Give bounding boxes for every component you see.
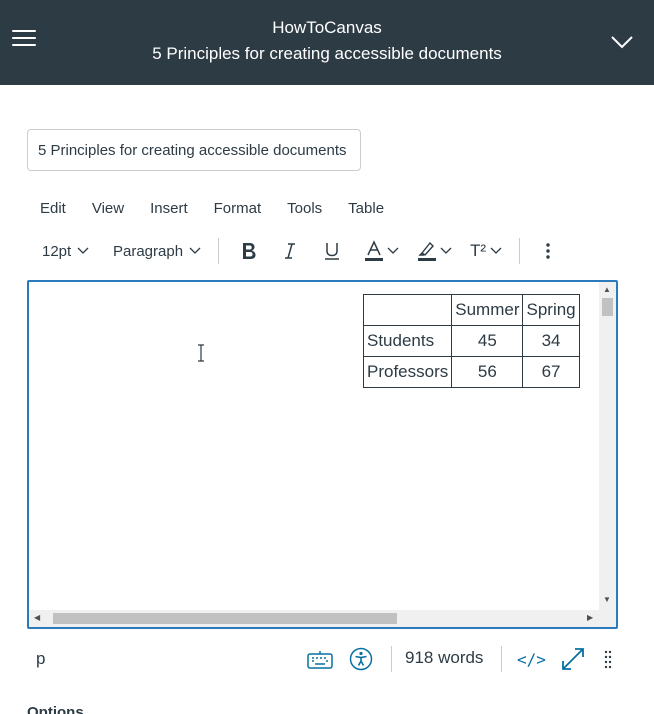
menu-format[interactable]: Format bbox=[201, 198, 275, 220]
chevron-down-icon[interactable] bbox=[610, 30, 634, 54]
scroll-left-arrow[interactable]: ◀ bbox=[34, 613, 40, 623]
toolbar-divider bbox=[218, 238, 219, 264]
table-row: Students 45 34 bbox=[362, 325, 580, 357]
menu-tools[interactable]: Tools bbox=[274, 198, 335, 220]
statusbar-divider bbox=[391, 646, 392, 672]
editor-toolbar: 12pt Paragraph T² bbox=[27, 233, 617, 269]
rich-content-editor[interactable]: Summer Spring Students 45 34 Professors … bbox=[27, 280, 618, 629]
toolbar-divider bbox=[519, 238, 520, 264]
highlighter-icon bbox=[418, 241, 436, 261]
table-row: Professors 56 67 bbox=[362, 356, 580, 388]
chevron-down-icon bbox=[77, 247, 89, 254]
table-cell[interactable]: 56 bbox=[451, 356, 524, 388]
chevron-down-icon bbox=[490, 247, 502, 254]
options-heading: Options bbox=[27, 704, 84, 714]
block-format-value: Paragraph bbox=[113, 242, 184, 260]
horizontal-scrollbar[interactable]: ◀ ▶ bbox=[29, 610, 616, 627]
underline-button[interactable] bbox=[322, 233, 342, 269]
table-header-cell[interactable]: Spring bbox=[522, 294, 580, 326]
table-cell[interactable]: 45 bbox=[451, 325, 524, 357]
statusbar-divider bbox=[501, 646, 502, 672]
scrollbar-thumb[interactable] bbox=[602, 298, 613, 316]
chevron-down-icon bbox=[189, 247, 201, 254]
italic-button[interactable] bbox=[280, 233, 300, 269]
editor-statusbar: p 918 words </> bbox=[27, 640, 619, 678]
content-table[interactable]: Summer Spring Students 45 34 Professors … bbox=[362, 294, 580, 388]
vertical-scrollbar[interactable]: ▲ ▼ bbox=[599, 282, 616, 611]
more-options-button[interactable] bbox=[544, 233, 552, 269]
scroll-right-arrow[interactable]: ▶ bbox=[587, 613, 593, 623]
table-cell[interactable]: 67 bbox=[522, 356, 580, 388]
title-input[interactable] bbox=[27, 129, 361, 171]
table-row: Summer Spring bbox=[362, 294, 580, 326]
scroll-down-arrow[interactable]: ▼ bbox=[603, 595, 611, 605]
more-vertical-icon bbox=[546, 243, 550, 259]
text-color-button[interactable] bbox=[364, 233, 399, 269]
scrollbar-thumb[interactable] bbox=[53, 613, 397, 624]
accessibility-checker-icon[interactable] bbox=[349, 647, 373, 676]
table-cell[interactable] bbox=[362, 294, 453, 326]
page-title: 5 Principles for creating accessible doc… bbox=[152, 44, 502, 63]
superscript-button[interactable]: T² bbox=[470, 233, 502, 269]
keyboard-icon[interactable] bbox=[307, 649, 333, 674]
editor-menubar: Edit View Insert Format Tools Table bbox=[27, 198, 397, 220]
block-format-dropdown[interactable]: Paragraph bbox=[113, 233, 201, 269]
bold-button[interactable] bbox=[239, 233, 259, 269]
menu-insert[interactable]: Insert bbox=[137, 198, 201, 220]
chevron-down-icon bbox=[440, 247, 452, 254]
bold-icon bbox=[243, 243, 256, 259]
chevron-down-icon bbox=[387, 247, 399, 254]
table-cell[interactable]: 34 bbox=[522, 325, 580, 357]
font-size-value: 12pt bbox=[42, 242, 72, 260]
table-header-cell[interactable]: Summer bbox=[451, 294, 524, 326]
resize-handle-icon[interactable] bbox=[604, 649, 612, 674]
element-path[interactable]: p bbox=[36, 649, 45, 669]
word-count: 918 words bbox=[405, 648, 484, 667]
table-cell[interactable]: Students bbox=[362, 325, 453, 357]
html-editor-icon[interactable]: </> bbox=[517, 650, 546, 669]
menu-table[interactable]: Table bbox=[335, 198, 397, 220]
text-color-icon bbox=[365, 240, 383, 261]
scroll-up-arrow[interactable]: ▲ bbox=[603, 285, 611, 295]
table-cell[interactable]: Professors bbox=[362, 356, 453, 388]
highlight-color-button[interactable] bbox=[417, 233, 452, 269]
font-size-dropdown[interactable]: 12pt bbox=[42, 233, 89, 269]
menu-view[interactable]: View bbox=[79, 198, 137, 220]
underline-icon bbox=[325, 243, 339, 260]
top-bar: HowToCanvas 5 Principles for creating ac… bbox=[0, 0, 654, 85]
fullscreen-icon[interactable] bbox=[561, 647, 585, 676]
site-title: HowToCanvas bbox=[272, 18, 382, 37]
menu-edit[interactable]: Edit bbox=[27, 198, 79, 220]
superscript-icon: T² bbox=[470, 241, 487, 260]
text-cursor-icon bbox=[197, 344, 205, 362]
italic-icon bbox=[285, 243, 295, 259]
